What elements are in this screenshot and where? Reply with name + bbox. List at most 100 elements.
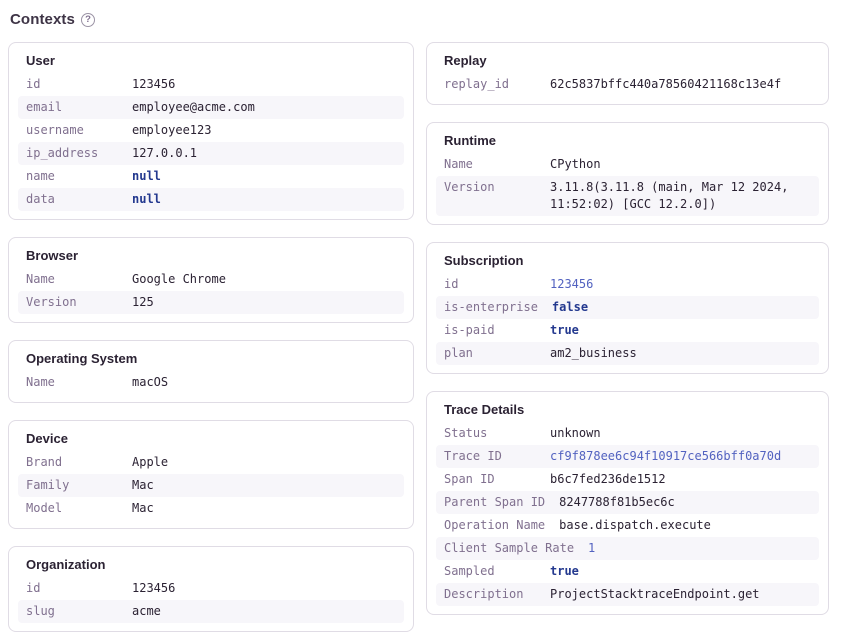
key-value-row: Version 125 [18,291,404,314]
key-value-row: Sampled true [436,560,819,583]
key-value-row: Model Mac [18,497,404,520]
card-title: Replay [436,50,819,70]
key-value-row: Client Sample Rate 1 [436,537,819,560]
row-value: 3.11.8(3.11.8 (main, Mar 12 2024, 11:52:… [550,179,811,213]
key-value-row: Name CPython [436,153,819,176]
row-key: Name [26,374,118,391]
row-value: null [132,168,396,185]
context-card-runtime: Runtime Name CPython Version 3.11.8(3.11… [426,122,829,225]
row-value: null [132,191,396,208]
row-key: Version [444,179,536,213]
row-value: 123456 [132,580,396,597]
row-key: Client Sample Rate [444,540,574,557]
row-key: Model [26,500,118,517]
row-key: Brand [26,454,118,471]
context-card-device: Device Brand Apple Family Mac Model Mac [8,420,414,529]
key-value-row: Name Google Chrome [18,268,404,291]
card-title: Trace Details [436,399,819,419]
row-value: 125 [132,294,396,311]
row-value: Mac [132,477,396,494]
row-value: Mac [132,500,396,517]
row-key: Span ID [444,471,536,488]
key-value-row: Operation Name base.dispatch.execute [436,514,819,537]
row-key: plan [444,345,536,362]
row-key: id [26,76,118,93]
row-value: Google Chrome [132,271,396,288]
card-title: Subscription [436,250,819,270]
page-title: Contexts [10,11,75,28]
context-card-subscription: Subscription id 123456 is-enterprise fal… [426,242,829,374]
row-key: username [26,122,118,139]
row-key: Family [26,477,118,494]
row-value: am2_business [550,345,811,362]
key-value-row: data null [18,188,404,211]
card-title: Browser [18,245,404,265]
help-icon[interactable]: ? [81,13,95,27]
row-value: base.dispatch.execute [559,517,811,534]
row-value: ProjectStacktraceEndpoint.get [550,586,811,603]
key-value-row: Name macOS [18,371,404,394]
row-value: 123456 [550,276,811,293]
row-key: Name [26,271,118,288]
row-key: Status [444,425,536,442]
row-value: acme [132,603,396,620]
key-value-row: Span ID b6c7fed236de1512 [436,468,819,491]
row-value-link[interactable]: cf9f878ee6c94f10917ce566bff0a70d [550,448,811,465]
key-value-row: Trace ID cf9f878ee6c94f10917ce566bff0a70… [436,445,819,468]
row-key: is-paid [444,322,536,339]
page-header: Contexts ? [10,11,829,28]
row-value: employee@acme.com [132,99,396,116]
row-value: true [550,563,811,580]
key-value-row: username employee123 [18,119,404,142]
row-key: Parent Span ID [444,494,545,511]
key-value-table: Name macOS [18,371,404,394]
row-value: 62c5837bffc440a78560421168c13e4f [550,76,811,93]
row-value: 1 [588,540,811,557]
row-key: id [444,276,536,293]
key-value-row: is-enterprise false [436,296,819,319]
key-value-row: ip_address 127.0.0.1 [18,142,404,165]
column-left: User id 123456 email employee@acme.com u… [8,42,414,632]
key-value-table: Status unknown Trace ID cf9f878ee6c94f10… [436,422,819,606]
key-value-row: Version 3.11.8(3.11.8 (main, Mar 12 2024… [436,176,819,216]
key-value-row: Brand Apple [18,451,404,474]
key-value-row: name null [18,165,404,188]
context-card-replay: Replay replay_id 62c5837bffc440a78560421… [426,42,829,105]
row-key: Operation Name [444,517,545,534]
key-value-row: Family Mac [18,474,404,497]
key-value-table: Name CPython Version 3.11.8(3.11.8 (main… [436,153,819,216]
contexts-page: Contexts ? User id 123456 email employee… [0,0,844,642]
context-card-user: User id 123456 email employee@acme.com u… [8,42,414,220]
row-value: true [550,322,811,339]
context-card-organization: Organization id 123456 slug acme [8,546,414,632]
row-key: Name [444,156,536,173]
row-key: data [26,191,118,208]
key-value-row: email employee@acme.com [18,96,404,119]
row-key: slug [26,603,118,620]
row-key: is-enterprise [444,299,538,316]
context-card-trace-details: Trace Details Status unknown Trace ID cf… [426,391,829,615]
key-value-row: id 123456 [436,273,819,296]
key-value-row: replay_id 62c5837bffc440a78560421168c13e… [436,73,819,96]
key-value-row: Description ProjectStacktraceEndpoint.ge… [436,583,819,606]
key-value-table: id 123456 email employee@acme.com userna… [18,73,404,211]
row-key: ip_address [26,145,118,162]
row-value: employee123 [132,122,396,139]
row-key: Version [26,294,118,311]
key-value-table: id 123456 slug acme [18,577,404,623]
context-columns: User id 123456 email employee@acme.com u… [8,42,829,632]
row-value: false [552,299,811,316]
key-value-table: id 123456 is-enterprise false is-paid tr… [436,273,819,365]
row-key: Sampled [444,563,536,580]
card-title: Organization [18,554,404,574]
row-value: macOS [132,374,396,391]
row-key: Description [444,586,536,603]
row-value: 123456 [132,76,396,93]
card-title: Device [18,428,404,448]
row-key: name [26,168,118,185]
row-key: id [26,580,118,597]
row-value: unknown [550,425,811,442]
row-key: Trace ID [444,448,536,465]
key-value-row: plan am2_business [436,342,819,365]
card-title: Operating System [18,348,404,368]
